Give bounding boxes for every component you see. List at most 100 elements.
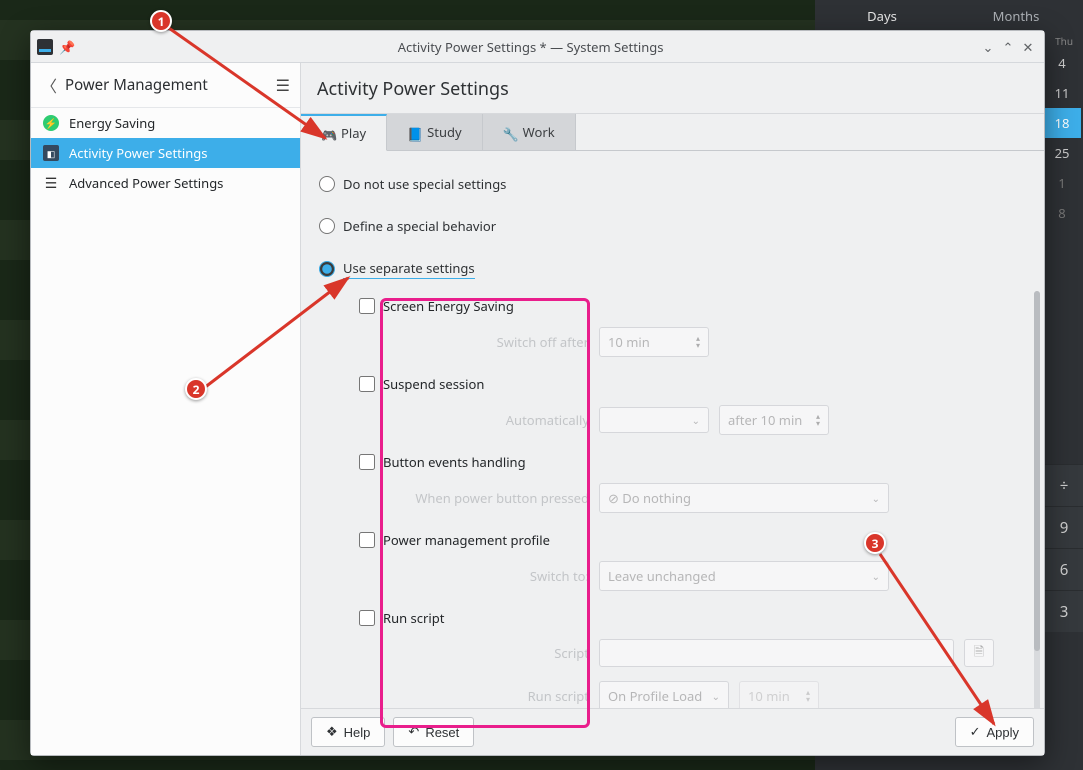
select-profile[interactable]: Leave unchanged⌄ — [599, 561, 889, 591]
checkbox-screen[interactable] — [359, 298, 375, 314]
settings-panel: Do not use special settings Define a spe… — [301, 151, 1044, 708]
settings-window: 📌 Activity Power Settings * — System Set… — [30, 30, 1045, 756]
tab-label: Work — [523, 123, 555, 141]
spin-suspend-after[interactable]: after 10 min▴▾ — [719, 405, 829, 435]
tab-play[interactable]: 🎮 Play — [301, 114, 387, 151]
radio-no-special[interactable]: Do not use special settings — [319, 175, 1024, 193]
sidebar-item-label: Activity Power Settings — [69, 144, 208, 162]
radio-label: Define a special behavior — [343, 217, 496, 235]
apply-button[interactable]: ✓Apply — [955, 717, 1034, 747]
input-script-path[interactable] — [599, 639, 954, 667]
cal-day[interactable]: 8 — [1043, 198, 1081, 228]
checkbox-label: Button events handling — [383, 453, 526, 471]
sidebar-item-energy-saving[interactable]: ⚡ Energy Saving — [31, 108, 300, 138]
checkbox-label: Suspend session — [383, 375, 484, 393]
checkbox-label: Screen Energy Saving — [383, 297, 514, 315]
book-icon: 📘 — [407, 125, 421, 139]
checkbox-buttons[interactable] — [359, 454, 375, 470]
sidebar-item-activity-power[interactable]: ◧ Activity Power Settings — [31, 138, 300, 168]
content-area: Activity Power Settings 🎮 Play 📘 Study 🔧… — [301, 63, 1044, 755]
scrollbar[interactable] — [1034, 291, 1040, 708]
activity-icon: ◧ — [43, 145, 59, 161]
activity-tabs: 🎮 Play 📘 Study 🔧 Work — [301, 114, 1044, 151]
reset-button[interactable]: ↶Reset — [393, 717, 474, 747]
app-icon — [37, 39, 53, 55]
radio-special-behavior[interactable]: Define a special behavior — [319, 217, 1024, 235]
help-button[interactable]: ❖Help — [311, 717, 385, 747]
wrench-icon: 🔧 — [503, 125, 517, 139]
tab-work[interactable]: 🔧 Work — [483, 114, 576, 150]
calc-key[interactable]: ÷ — [1045, 464, 1083, 506]
radio-input[interactable] — [319, 218, 335, 234]
pin-icon[interactable]: 📌 — [59, 38, 75, 56]
checkbox-label: Power management profile — [383, 531, 550, 549]
checkbox-script[interactable] — [359, 610, 375, 626]
cal-day-selected[interactable]: 18 — [1043, 108, 1081, 138]
sublabel: Switch off after — [359, 333, 589, 351]
radio-separate-settings[interactable]: Use separate settings — [319, 259, 1024, 279]
sidebar-item-label: Energy Saving — [69, 114, 155, 132]
maximize-button[interactable]: ⌃ — [998, 38, 1018, 56]
radio-label: Do not use special settings — [343, 175, 506, 193]
help-icon: ❖ — [326, 724, 338, 740]
annotation-badge-1: 1 — [150, 10, 172, 32]
sidebar: 〈 Power Management ☰ ⚡ Energy Saving ◧ A… — [31, 63, 301, 755]
spin-script-time[interactable]: 10 min▴▾ — [739, 681, 819, 708]
back-icon[interactable]: 〈 — [41, 73, 57, 97]
tab-label: Study — [427, 123, 462, 141]
select-power-button[interactable]: ⊘ Do nothing⌄ — [599, 483, 889, 513]
cal-day[interactable]: 25 — [1043, 138, 1081, 168]
gamepad-icon: 🎮 — [321, 126, 335, 140]
checkbox-label: Run script — [383, 609, 444, 627]
select-suspend-action[interactable]: ⌄ — [599, 407, 709, 433]
leaf-icon: ⚡ — [43, 115, 59, 131]
calendar-tab-months[interactable]: Months — [949, 0, 1083, 32]
sidebar-item-advanced[interactable]: ☰ Advanced Power Settings — [31, 168, 300, 198]
calc-key[interactable]: 9 — [1045, 506, 1083, 548]
cal-day[interactable]: 1 — [1043, 168, 1081, 198]
sublabel: Switch to: — [359, 567, 589, 585]
window-title: Activity Power Settings * — System Setti… — [83, 38, 978, 56]
radio-input[interactable] — [319, 261, 335, 277]
cal-day[interactable]: 11 — [1043, 78, 1081, 108]
tab-study[interactable]: 📘 Study — [387, 114, 483, 150]
calc-key[interactable]: 6 — [1045, 548, 1083, 590]
separate-settings-options: Screen Energy Saving Switch off after 10… — [359, 293, 1024, 708]
calc-key[interactable]: 3 — [1045, 590, 1083, 632]
sidebar-header: 〈 Power Management ☰ — [31, 63, 300, 108]
file-icon: 🗎 — [974, 642, 984, 665]
annotation-badge-3: 3 — [864, 532, 886, 554]
tab-label: Play — [341, 124, 366, 142]
radio-label: Use separate settings — [343, 259, 475, 279]
footer-bar: ❖Help ↶Reset ✓Apply — [301, 708, 1044, 755]
checkbox-suspend[interactable] — [359, 376, 375, 392]
annotation-badge-2: 2 — [185, 378, 207, 400]
calendar-tab-days[interactable]: Days — [815, 0, 949, 32]
sidebar-item-label: Advanced Power Settings — [69, 174, 223, 192]
list-icon: ☰ — [43, 175, 59, 191]
desktop-calculator: ÷ 9 6 3 — [1045, 464, 1083, 770]
opt-buttons: Button events handling When power button… — [359, 449, 1024, 513]
opt-script: Run script Script 🗎 Run script On Profil… — [359, 605, 1024, 708]
hamburger-icon[interactable]: ☰ — [276, 74, 290, 96]
checkbox-profile[interactable] — [359, 532, 375, 548]
opt-suspend: Suspend session Automatically ⌄ after 10… — [359, 371, 1024, 435]
sublabel: Run script — [359, 687, 589, 705]
page-title: Activity Power Settings — [301, 63, 1044, 114]
spin-switch-off[interactable]: 10 min▴▾ — [599, 327, 709, 357]
opt-screen-energy: Screen Energy Saving Switch off after 10… — [359, 293, 1024, 357]
sublabel: When power button pressed — [359, 489, 589, 507]
select-run-script[interactable]: On Profile Load⌄ — [599, 681, 729, 708]
titlebar[interactable]: 📌 Activity Power Settings * — System Set… — [31, 31, 1044, 63]
close-button[interactable]: ✕ — [1018, 38, 1038, 56]
check-icon: ✓ — [970, 724, 981, 740]
minimize-button[interactable]: ⌄ — [978, 38, 998, 56]
browse-script-button[interactable]: 🗎 — [964, 639, 994, 667]
undo-icon: ↶ — [408, 724, 419, 740]
calendar-col: 4 11 18 25 1 8 — [1043, 48, 1083, 228]
radio-input[interactable] — [319, 176, 335, 192]
sublabel: Automatically — [359, 411, 589, 429]
cal-day[interactable]: 4 — [1043, 48, 1081, 78]
opt-profile: Power management profile Switch to: Leav… — [359, 527, 1024, 591]
sublabel: Script — [359, 644, 589, 662]
